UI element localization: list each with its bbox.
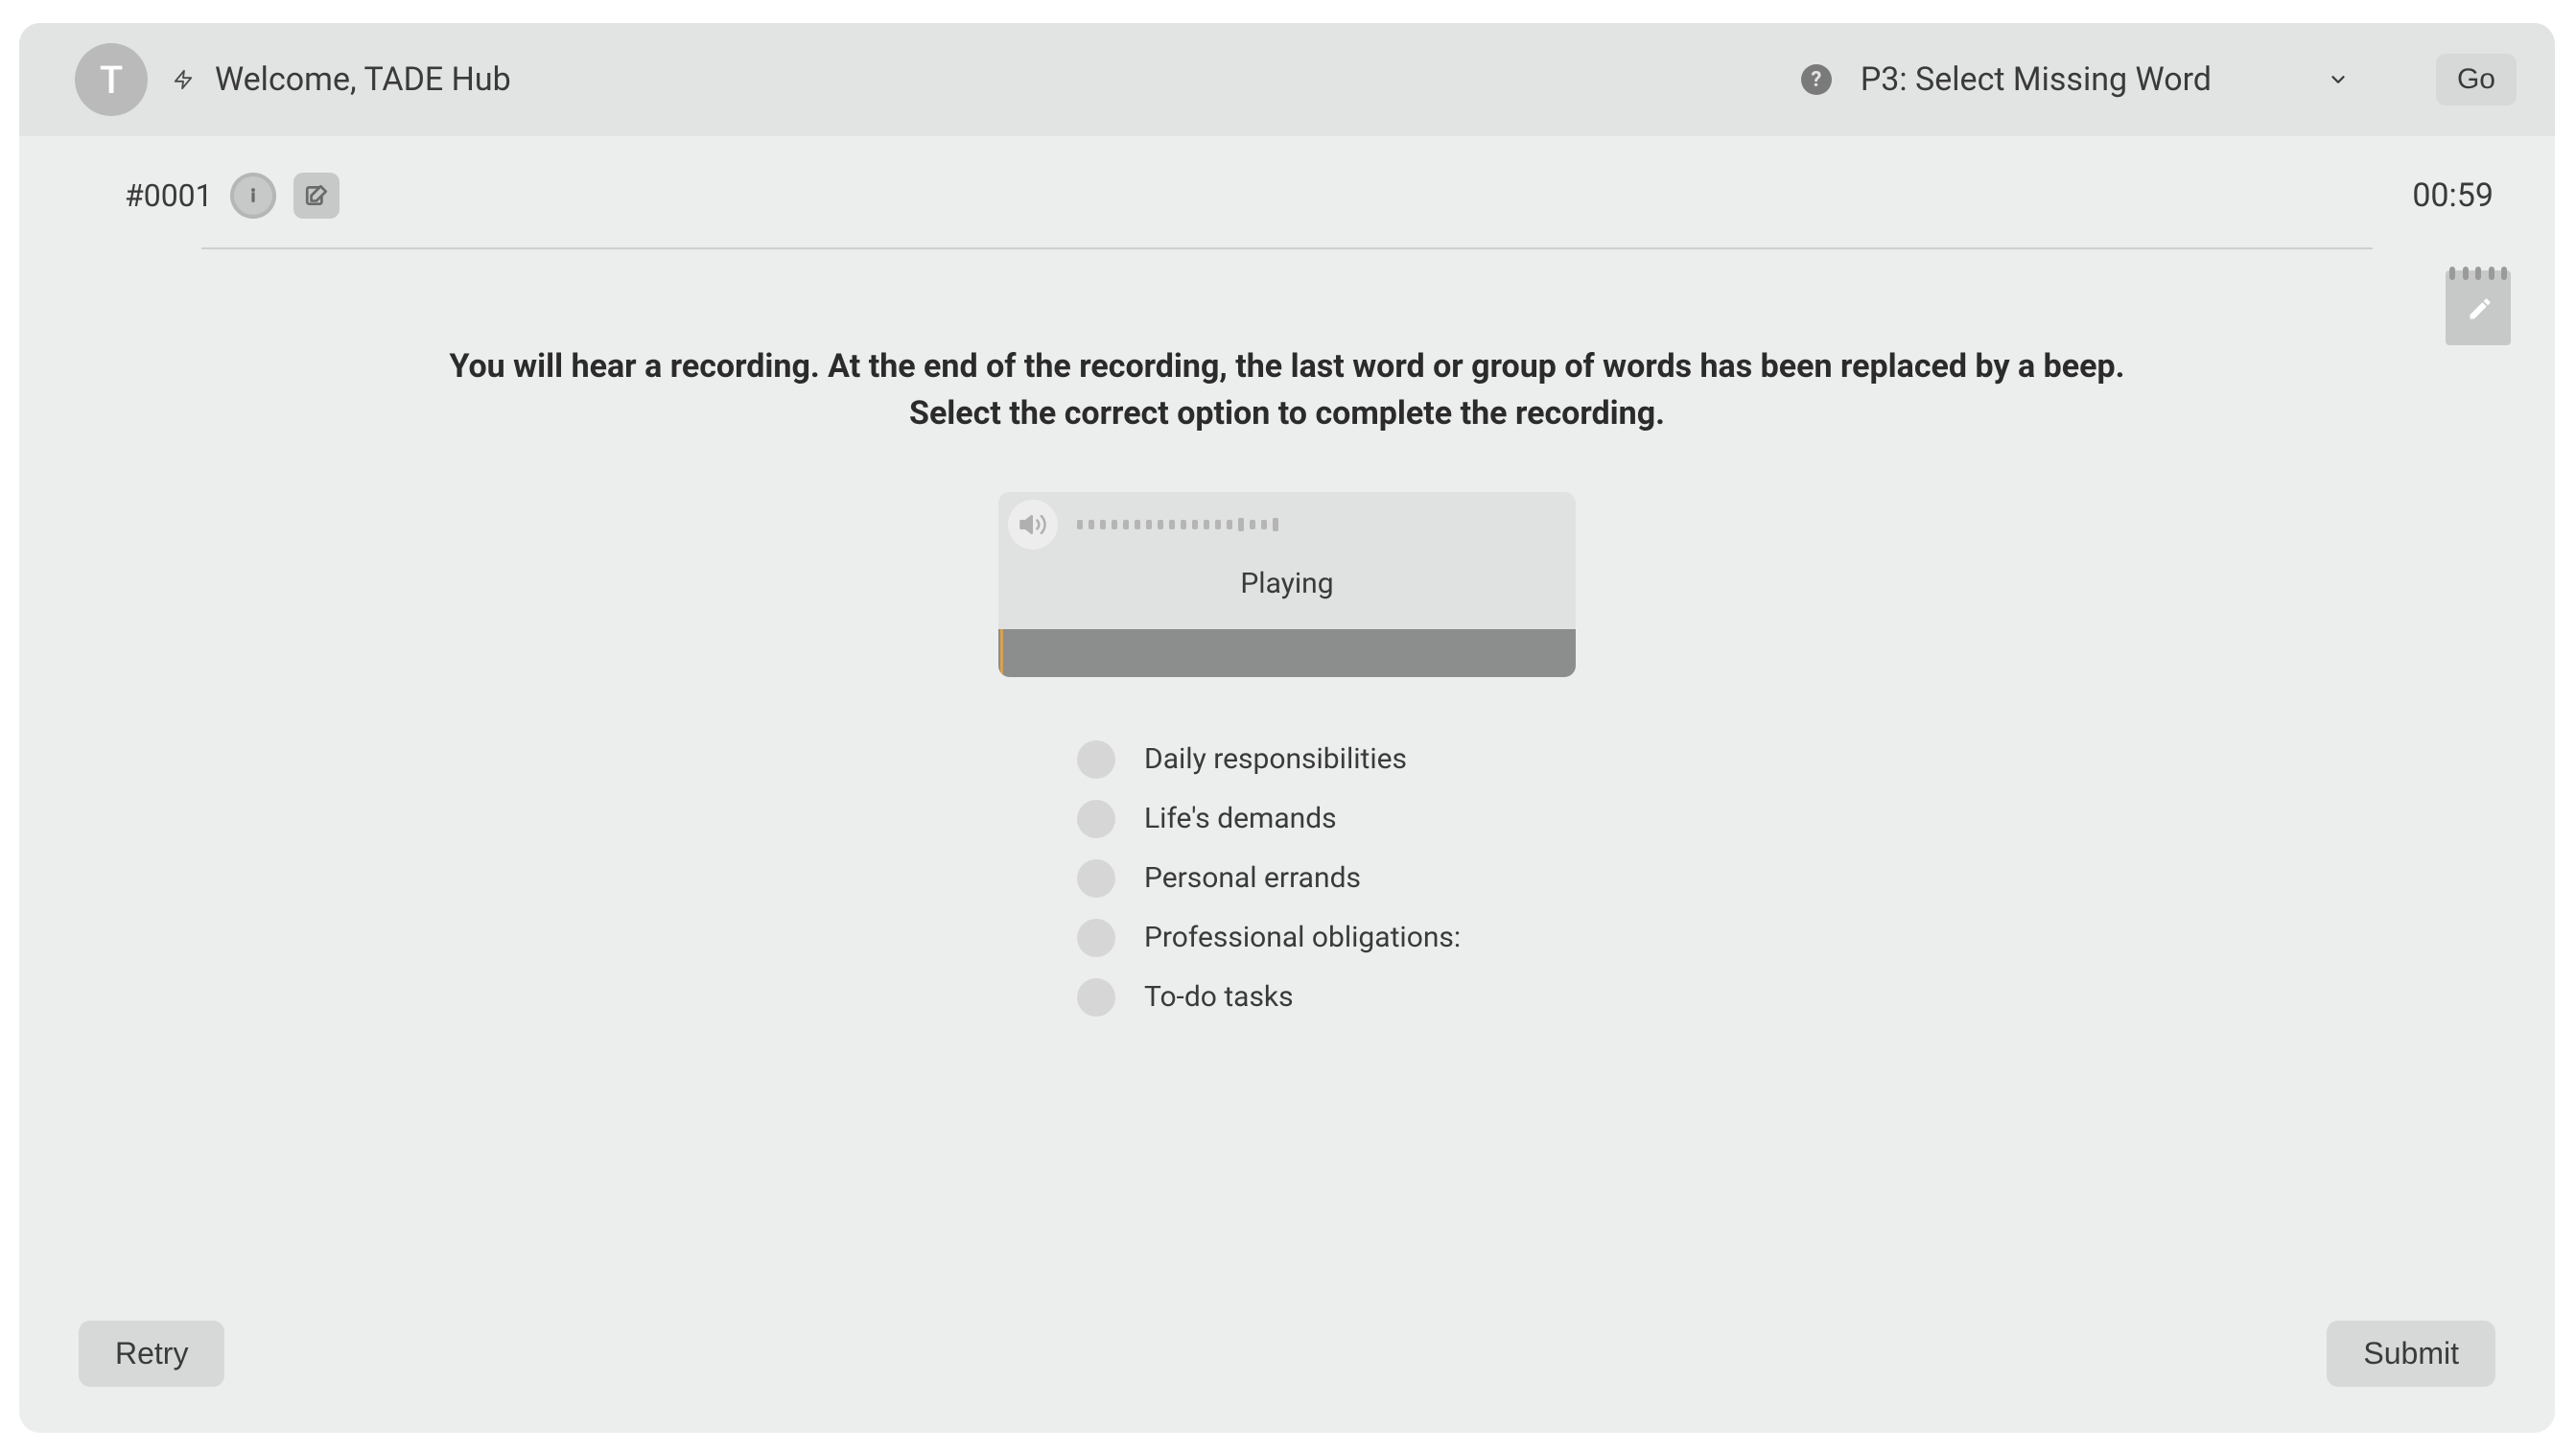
option-label: Daily responsibilities [1144,742,1407,776]
radio-icon [1077,859,1115,898]
go-button-label: Go [2457,63,2495,95]
option-2[interactable]: Personal errands [1077,859,1576,898]
option-label: Life's demands [1144,802,1337,835]
radio-icon [1077,740,1115,779]
waveform [1077,510,1560,539]
retry-button[interactable]: Retry [79,1321,224,1387]
question-id: #0001 [125,177,213,214]
welcome-text: Welcome, TADE Hub [215,60,511,99]
answer-options: Daily responsibilities Life's demands Pe… [998,740,1576,1017]
audio-progress-bar[interactable] [998,629,1576,677]
audio-player: Playing [998,492,1576,677]
go-button[interactable]: Go [2436,54,2517,105]
info-icon[interactable] [230,173,276,219]
part-dropdown-label: P3: Select Missing Word [1861,60,2212,99]
help-icon[interactable]: ? [1801,64,1832,95]
radio-icon [1077,978,1115,1017]
retry-button-label: Retry [115,1336,188,1370]
question-prompt: You will hear a recording. At the end of… [376,343,2198,438]
footer: Retry Submit [19,1321,2555,1433]
option-4[interactable]: To-do tasks [1077,978,1576,1017]
timer: 00:59 [2412,176,2494,215]
prompt-line-1: You will hear a recording. At the end of… [376,343,2198,390]
audio-top [998,492,1576,550]
option-3[interactable]: Professional obligations: [1077,919,1576,957]
app-frame: T Welcome, TADE Hub ? P3: Select Missing… [19,23,2555,1433]
option-label: To-do tasks [1144,980,1294,1014]
submit-button[interactable]: Submit [2327,1321,2495,1387]
edit-icon[interactable] [293,173,340,219]
avatar-initial: T [100,58,123,103]
option-0[interactable]: Daily responsibilities [1077,740,1576,779]
chevron-down-icon [2327,68,2350,91]
part-dropdown[interactable]: P3: Select Missing Word [1851,60,2359,99]
radio-icon [1077,919,1115,957]
option-1[interactable]: Life's demands [1077,800,1576,838]
bolt-icon [171,67,196,92]
question-subbar: #0001 00:59 [19,136,2555,232]
speaker-icon[interactable] [1008,500,1058,550]
audio-status: Playing [998,550,1576,629]
prompt-line-2: Select the correct option to complete th… [376,390,2198,437]
app-header: T Welcome, TADE Hub ? P3: Select Missing… [19,23,2555,136]
option-label: Personal errands [1144,861,1361,895]
option-label: Professional obligations: [1144,921,1461,954]
avatar[interactable]: T [75,43,148,116]
audio-progress-handle[interactable] [1000,629,1003,677]
question-area: You will hear a recording. At the end of… [19,249,2555,1321]
radio-icon [1077,800,1115,838]
submit-button-label: Submit [2363,1336,2459,1370]
